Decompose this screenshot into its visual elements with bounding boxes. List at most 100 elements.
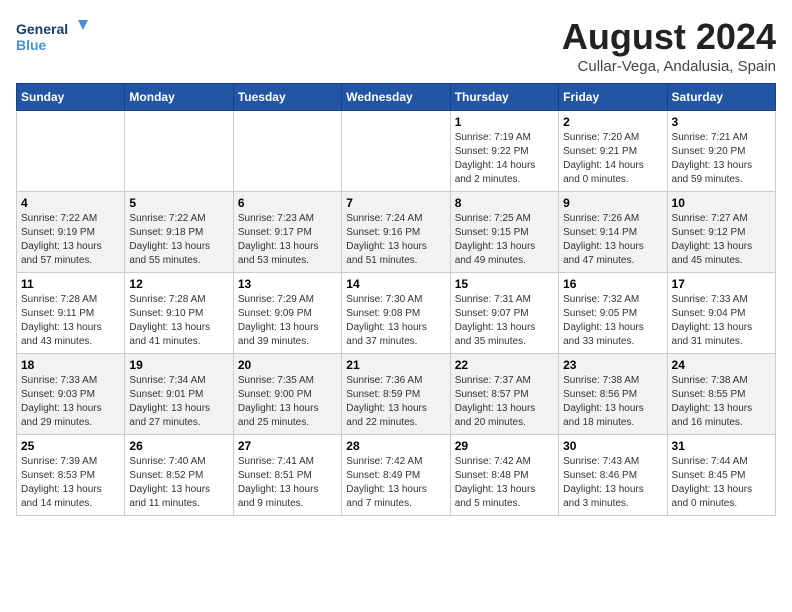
day-number: 28 bbox=[346, 439, 445, 453]
page-subtitle: Cullar-Vega, Andalusia, Spain bbox=[562, 58, 776, 75]
calendar-cell: 15Sunrise: 7:31 AM Sunset: 9:07 PM Dayli… bbox=[450, 273, 558, 354]
logo-svg: General Blue bbox=[16, 16, 96, 56]
weekday-header-saturday: Saturday bbox=[667, 84, 775, 111]
calendar-cell: 24 Sunrise: 7:38 AM Sunset: 8:55 PM Dayli… bbox=[667, 354, 775, 435]
svg-text:General: General bbox=[16, 21, 68, 37]
day-info: Sunrise: 7:40 AM Sunset: 8:52 PM Dayligh… bbox=[129, 455, 228, 511]
day-number: 17 bbox=[672, 277, 771, 291]
day-number: 1 bbox=[455, 115, 554, 129]
title-block: August 2024 Cullar-Vega, Andalusia, Spai… bbox=[562, 16, 776, 75]
calendar-cell: 17Sunrise: 7:33 AM Sunset: 9:04 PM Dayli… bbox=[667, 273, 775, 354]
day-number: 14 bbox=[346, 277, 445, 291]
day-number: 19 bbox=[129, 358, 228, 372]
day-info: Sunrise: 7:38 AM Sunset: 8:56 PM Dayligh… bbox=[563, 374, 662, 430]
day-number: 21 bbox=[346, 358, 445, 372]
calendar-cell: 20Sunrise: 7:35 AM Sunset: 9:00 PM Dayli… bbox=[233, 354, 341, 435]
day-info: Sunrise: 7:26 AM Sunset: 9:14 PM Dayligh… bbox=[563, 212, 662, 268]
day-number: 20 bbox=[238, 358, 337, 372]
calendar-cell: 23 Sunrise: 7:38 AM Sunset: 8:56 PM Dayli… bbox=[559, 354, 667, 435]
day-info: Sunrise: 7:44 AM Sunset: 8:45 PM Dayligh… bbox=[672, 455, 771, 511]
day-number: 31 bbox=[672, 439, 771, 453]
day-info: Sunrise: 7:21 AM Sunset: 9:20 PM Dayligh… bbox=[672, 131, 771, 187]
svg-text:Blue: Blue bbox=[16, 37, 47, 53]
calendar-cell: 22 Sunrise: 7:37 AM Sunset: 8:57 PM Dayli… bbox=[450, 354, 558, 435]
calendar-cell: 19 Sunrise: 7:34 AM Sunset: 9:01 PM Dayli… bbox=[125, 354, 233, 435]
calendar-cell: 11 Sunrise: 7:28 AM Sunset: 9:11 PM Dayli… bbox=[17, 273, 125, 354]
calendar-cell: 8 Sunrise: 7:25 AM Sunset: 9:15 PM Daylig… bbox=[450, 192, 558, 273]
day-info: Sunrise: 7:34 AM Sunset: 9:01 PM Dayligh… bbox=[129, 374, 228, 430]
day-number: 22 bbox=[455, 358, 554, 372]
calendar-cell: 13 Sunrise: 7:29 AM Sunset: 9:09 PM Dayli… bbox=[233, 273, 341, 354]
calendar-cell: 18Sunrise: 7:33 AM Sunset: 9:03 PM Dayli… bbox=[17, 354, 125, 435]
day-number: 12 bbox=[129, 277, 228, 291]
day-info: Sunrise: 7:24 AM Sunset: 9:16 PM Dayligh… bbox=[346, 212, 445, 268]
day-info: Sunrise: 7:37 AM Sunset: 8:57 PM Dayligh… bbox=[455, 374, 554, 430]
weekday-header-row: SundayMondayTuesdayWednesdayThursdayFrid… bbox=[17, 84, 776, 111]
calendar-cell: 27 Sunrise: 7:41 AM Sunset: 8:51 PM Dayli… bbox=[233, 435, 341, 516]
day-info: Sunrise: 7:32 AM Sunset: 9:05 PM Dayligh… bbox=[563, 293, 662, 349]
calendar-cell: 25Sunrise: 7:39 AM Sunset: 8:53 PM Dayli… bbox=[17, 435, 125, 516]
day-info: Sunrise: 7:41 AM Sunset: 8:51 PM Dayligh… bbox=[238, 455, 337, 511]
day-info: Sunrise: 7:30 AM Sunset: 9:08 PM Dayligh… bbox=[346, 293, 445, 349]
calendar-cell: 7 Sunrise: 7:24 AM Sunset: 9:16 PM Daylig… bbox=[342, 192, 450, 273]
weekday-header-wednesday: Wednesday bbox=[342, 84, 450, 111]
calendar-cell: 31 Sunrise: 7:44 AM Sunset: 8:45 PM Dayli… bbox=[667, 435, 775, 516]
day-info: Sunrise: 7:19 AM Sunset: 9:22 PM Dayligh… bbox=[455, 131, 554, 187]
day-number: 23 bbox=[563, 358, 662, 372]
day-info: Sunrise: 7:29 AM Sunset: 9:09 PM Dayligh… bbox=[238, 293, 337, 349]
day-info: Sunrise: 7:23 AM Sunset: 9:17 PM Dayligh… bbox=[238, 212, 337, 268]
day-info: Sunrise: 7:20 AM Sunset: 9:21 PM Dayligh… bbox=[563, 131, 662, 187]
weekday-header-monday: Monday bbox=[125, 84, 233, 111]
day-number: 11 bbox=[21, 277, 120, 291]
day-info: Sunrise: 7:36 AM Sunset: 8:59 PM Dayligh… bbox=[346, 374, 445, 430]
day-info: Sunrise: 7:42 AM Sunset: 8:49 PM Dayligh… bbox=[346, 455, 445, 511]
weekday-header-tuesday: Tuesday bbox=[233, 84, 341, 111]
day-info: Sunrise: 7:31 AM Sunset: 9:07 PM Dayligh… bbox=[455, 293, 554, 349]
day-info: Sunrise: 7:43 AM Sunset: 8:46 PM Dayligh… bbox=[563, 455, 662, 511]
day-number: 7 bbox=[346, 196, 445, 210]
day-number: 9 bbox=[563, 196, 662, 210]
calendar-cell: 29 Sunrise: 7:42 AM Sunset: 8:48 PM Dayli… bbox=[450, 435, 558, 516]
calendar-cell: 30 Sunrise: 7:43 AM Sunset: 8:46 PM Dayli… bbox=[559, 435, 667, 516]
day-info: Sunrise: 7:28 AM Sunset: 9:11 PM Dayligh… bbox=[21, 293, 120, 349]
day-number: 10 bbox=[672, 196, 771, 210]
calendar-cell: 6 Sunrise: 7:23 AM Sunset: 9:17 PM Daylig… bbox=[233, 192, 341, 273]
day-number: 8 bbox=[455, 196, 554, 210]
calendar-cell: 12 Sunrise: 7:28 AM Sunset: 9:10 PM Dayli… bbox=[125, 273, 233, 354]
day-number: 13 bbox=[238, 277, 337, 291]
logo: General Blue bbox=[16, 16, 96, 56]
day-number: 18 bbox=[21, 358, 120, 372]
day-info: Sunrise: 7:22 AM Sunset: 9:19 PM Dayligh… bbox=[21, 212, 120, 268]
week-row-3: 11 Sunrise: 7:28 AM Sunset: 9:11 PM Dayli… bbox=[17, 273, 776, 354]
day-info: Sunrise: 7:38 AM Sunset: 8:55 PM Dayligh… bbox=[672, 374, 771, 430]
day-info: Sunrise: 7:28 AM Sunset: 9:10 PM Dayligh… bbox=[129, 293, 228, 349]
day-number: 27 bbox=[238, 439, 337, 453]
day-info: Sunrise: 7:42 AM Sunset: 8:48 PM Dayligh… bbox=[455, 455, 554, 511]
day-number: 24 bbox=[672, 358, 771, 372]
day-number: 30 bbox=[563, 439, 662, 453]
calendar-cell: 9 Sunrise: 7:26 AM Sunset: 9:14 PM Daylig… bbox=[559, 192, 667, 273]
day-info: Sunrise: 7:25 AM Sunset: 9:15 PM Dayligh… bbox=[455, 212, 554, 268]
week-row-4: 18Sunrise: 7:33 AM Sunset: 9:03 PM Dayli… bbox=[17, 354, 776, 435]
day-info: Sunrise: 7:27 AM Sunset: 9:12 PM Dayligh… bbox=[672, 212, 771, 268]
calendar-cell bbox=[125, 111, 233, 192]
calendar-cell: 3Sunrise: 7:21 AM Sunset: 9:20 PM Daylig… bbox=[667, 111, 775, 192]
week-row-2: 4 Sunrise: 7:22 AM Sunset: 9:19 PM Daylig… bbox=[17, 192, 776, 273]
weekday-header-friday: Friday bbox=[559, 84, 667, 111]
day-info: Sunrise: 7:22 AM Sunset: 9:18 PM Dayligh… bbox=[129, 212, 228, 268]
calendar-cell: 5 Sunrise: 7:22 AM Sunset: 9:18 PM Daylig… bbox=[125, 192, 233, 273]
weekday-header-thursday: Thursday bbox=[450, 84, 558, 111]
week-row-1: 1 Sunrise: 7:19 AM Sunset: 9:22 PM Daylig… bbox=[17, 111, 776, 192]
day-number: 5 bbox=[129, 196, 228, 210]
header: General Blue August 2024 Cullar-Vega, An… bbox=[16, 16, 776, 75]
day-number: 29 bbox=[455, 439, 554, 453]
weekday-header-sunday: Sunday bbox=[17, 84, 125, 111]
day-number: 16 bbox=[563, 277, 662, 291]
calendar-cell: 10 Sunrise: 7:27 AM Sunset: 9:12 PM Dayli… bbox=[667, 192, 775, 273]
day-number: 6 bbox=[238, 196, 337, 210]
calendar-cell: 2Sunrise: 7:20 AM Sunset: 9:21 PM Daylig… bbox=[559, 111, 667, 192]
page-title: August 2024 bbox=[562, 16, 776, 58]
calendar-cell: 1 Sunrise: 7:19 AM Sunset: 9:22 PM Daylig… bbox=[450, 111, 558, 192]
day-number: 4 bbox=[21, 196, 120, 210]
calendar-cell: 16 Sunrise: 7:32 AM Sunset: 9:05 PM Dayli… bbox=[559, 273, 667, 354]
